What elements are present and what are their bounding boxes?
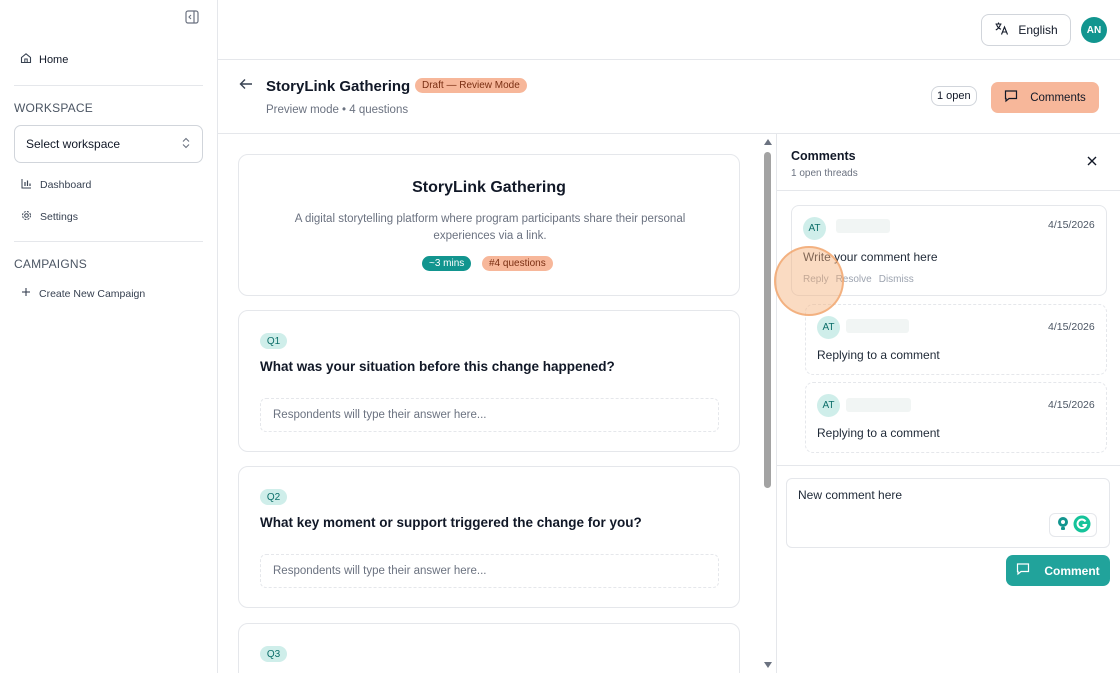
comments-panel-title: Comments: [791, 149, 856, 163]
dismiss-link[interactable]: Dismiss: [879, 274, 914, 285]
sidebar-item-label: Settings: [40, 211, 78, 223]
avatar: AT: [803, 217, 826, 240]
comments-toggle-label: Comments: [1030, 91, 1086, 104]
comment-date: 4/15/2026: [1048, 219, 1095, 231]
message-square-icon: [1004, 89, 1018, 106]
sidebar-item-home[interactable]: Home: [20, 52, 68, 67]
comments-panel-subtitle: 1 open threads: [791, 168, 858, 179]
redacted-author-name: [836, 219, 890, 233]
scrollbar-thumb[interactable]: [764, 152, 771, 488]
chevron-up-down-icon: [181, 137, 191, 152]
survey-title: StoryLink Gathering: [412, 179, 566, 196]
duration-badge: ~3 mins: [422, 256, 472, 271]
reply-link[interactable]: Reply: [803, 274, 829, 285]
answer-input[interactable]: Respondents will type their answer here.…: [260, 554, 719, 588]
comment-body: Replying to a comment: [817, 348, 940, 362]
submit-comment-button[interactable]: Comment: [1006, 555, 1110, 586]
question-card: Q1 What was your situation before this c…: [238, 310, 740, 452]
question-text: What was your situation before this chan…: [260, 359, 615, 374]
sidebar-divider: [14, 241, 203, 242]
lightbulb-icon: [1056, 516, 1070, 535]
question-number-badge: Q2: [260, 489, 287, 505]
avatar: AT: [817, 394, 840, 417]
question-count-badge: #4 questions: [482, 256, 553, 271]
preview-scrollbar[interactable]: [762, 134, 774, 673]
language-label: English: [1018, 23, 1058, 37]
scroll-up-arrow-icon[interactable]: [764, 139, 772, 145]
message-square-icon: [1016, 562, 1030, 579]
question-card: Q3: [238, 623, 740, 673]
page-header: StoryLink Gathering Draft — Review Mode …: [218, 60, 1120, 134]
panel-divider: [777, 465, 1120, 466]
plus-icon: [21, 287, 31, 300]
workspace-heading: WORKSPACE: [14, 101, 93, 115]
create-campaign-label: Create New Campaign: [39, 287, 146, 300]
workspace-select[interactable]: Select workspace: [14, 125, 203, 163]
sidebar-divider: [14, 85, 203, 86]
comment-thread: AT 4/15/2026 Write your comment here Rep…: [791, 205, 1107, 296]
comment-reply: AT 4/15/2026 Replying to a comment: [805, 304, 1107, 375]
language-button[interactable]: English: [981, 14, 1071, 46]
question-card: Q2 What key moment or support triggered …: [238, 466, 740, 608]
panel-divider: [777, 190, 1120, 191]
comments-toggle-button[interactable]: Comments: [991, 82, 1099, 113]
arrow-left-icon[interactable]: [238, 76, 256, 94]
comment-body: Write your comment here: [803, 250, 938, 264]
redacted-author-name: [846, 319, 909, 333]
question-text: What key moment or support triggered the…: [260, 515, 642, 530]
question-number-badge: Q3: [260, 646, 287, 662]
answer-input[interactable]: Respondents will type their answer here.…: [260, 398, 719, 432]
comment-date: 4/15/2026: [1048, 321, 1095, 333]
redacted-author-name: [846, 398, 911, 412]
grammarly-icon: [1073, 515, 1091, 536]
sidebar-item-label: Home: [39, 53, 69, 66]
comment-date: 4/15/2026: [1048, 399, 1095, 411]
workspace-select-value: Select workspace: [26, 137, 121, 151]
gear-icon: [21, 210, 32, 224]
translate-icon: [994, 21, 1009, 39]
user-avatar[interactable]: AN: [1081, 17, 1107, 43]
sidebar: Home WORKSPACE Select workspace Dashboar…: [0, 0, 218, 673]
home-icon: [20, 52, 32, 67]
sidebar-item-label: Dashboard: [40, 179, 92, 191]
survey-description: A digital storytelling platform where pr…: [294, 213, 686, 242]
resolve-link[interactable]: Resolve: [836, 274, 872, 285]
comments-panel: Comments 1 open threads AT 4/15/2026 Wri…: [776, 134, 1120, 673]
scroll-down-arrow-icon[interactable]: [764, 662, 772, 668]
comment-body: Replying to a comment: [817, 426, 940, 440]
avatar: AT: [817, 316, 840, 339]
submit-comment-label: Comment: [1044, 563, 1100, 578]
page-title: StoryLink Gathering: [266, 78, 411, 95]
sidebar-collapse-icon[interactable]: [185, 10, 201, 26]
campaigns-heading: CAMPAIGNS: [14, 257, 87, 271]
survey-intro-card: StoryLink Gathering A digital storytelli…: [238, 154, 740, 296]
open-count-badge: 1 open: [931, 86, 977, 106]
top-bar: English AN: [218, 0, 1120, 60]
comment-actions: Reply Resolve Dismiss: [803, 274, 914, 285]
status-badge: Draft — Review Mode: [415, 78, 527, 93]
writing-assistant-widget[interactable]: [1049, 513, 1097, 537]
bar-chart-icon: [21, 178, 32, 192]
question-number-badge: Q1: [260, 333, 287, 349]
sidebar-item-settings[interactable]: Settings: [21, 210, 78, 224]
close-icon[interactable]: [1086, 155, 1098, 167]
new-comment-textarea[interactable]: New comment here: [786, 478, 1110, 548]
create-campaign-button[interactable]: Create New Campaign: [21, 287, 145, 300]
sidebar-item-dashboard[interactable]: Dashboard: [21, 178, 91, 192]
comment-reply: AT 4/15/2026 Replying to a comment: [805, 382, 1107, 453]
page-subtitle: Preview mode • 4 questions: [266, 104, 409, 116]
new-comment-value: New comment here: [798, 488, 903, 502]
